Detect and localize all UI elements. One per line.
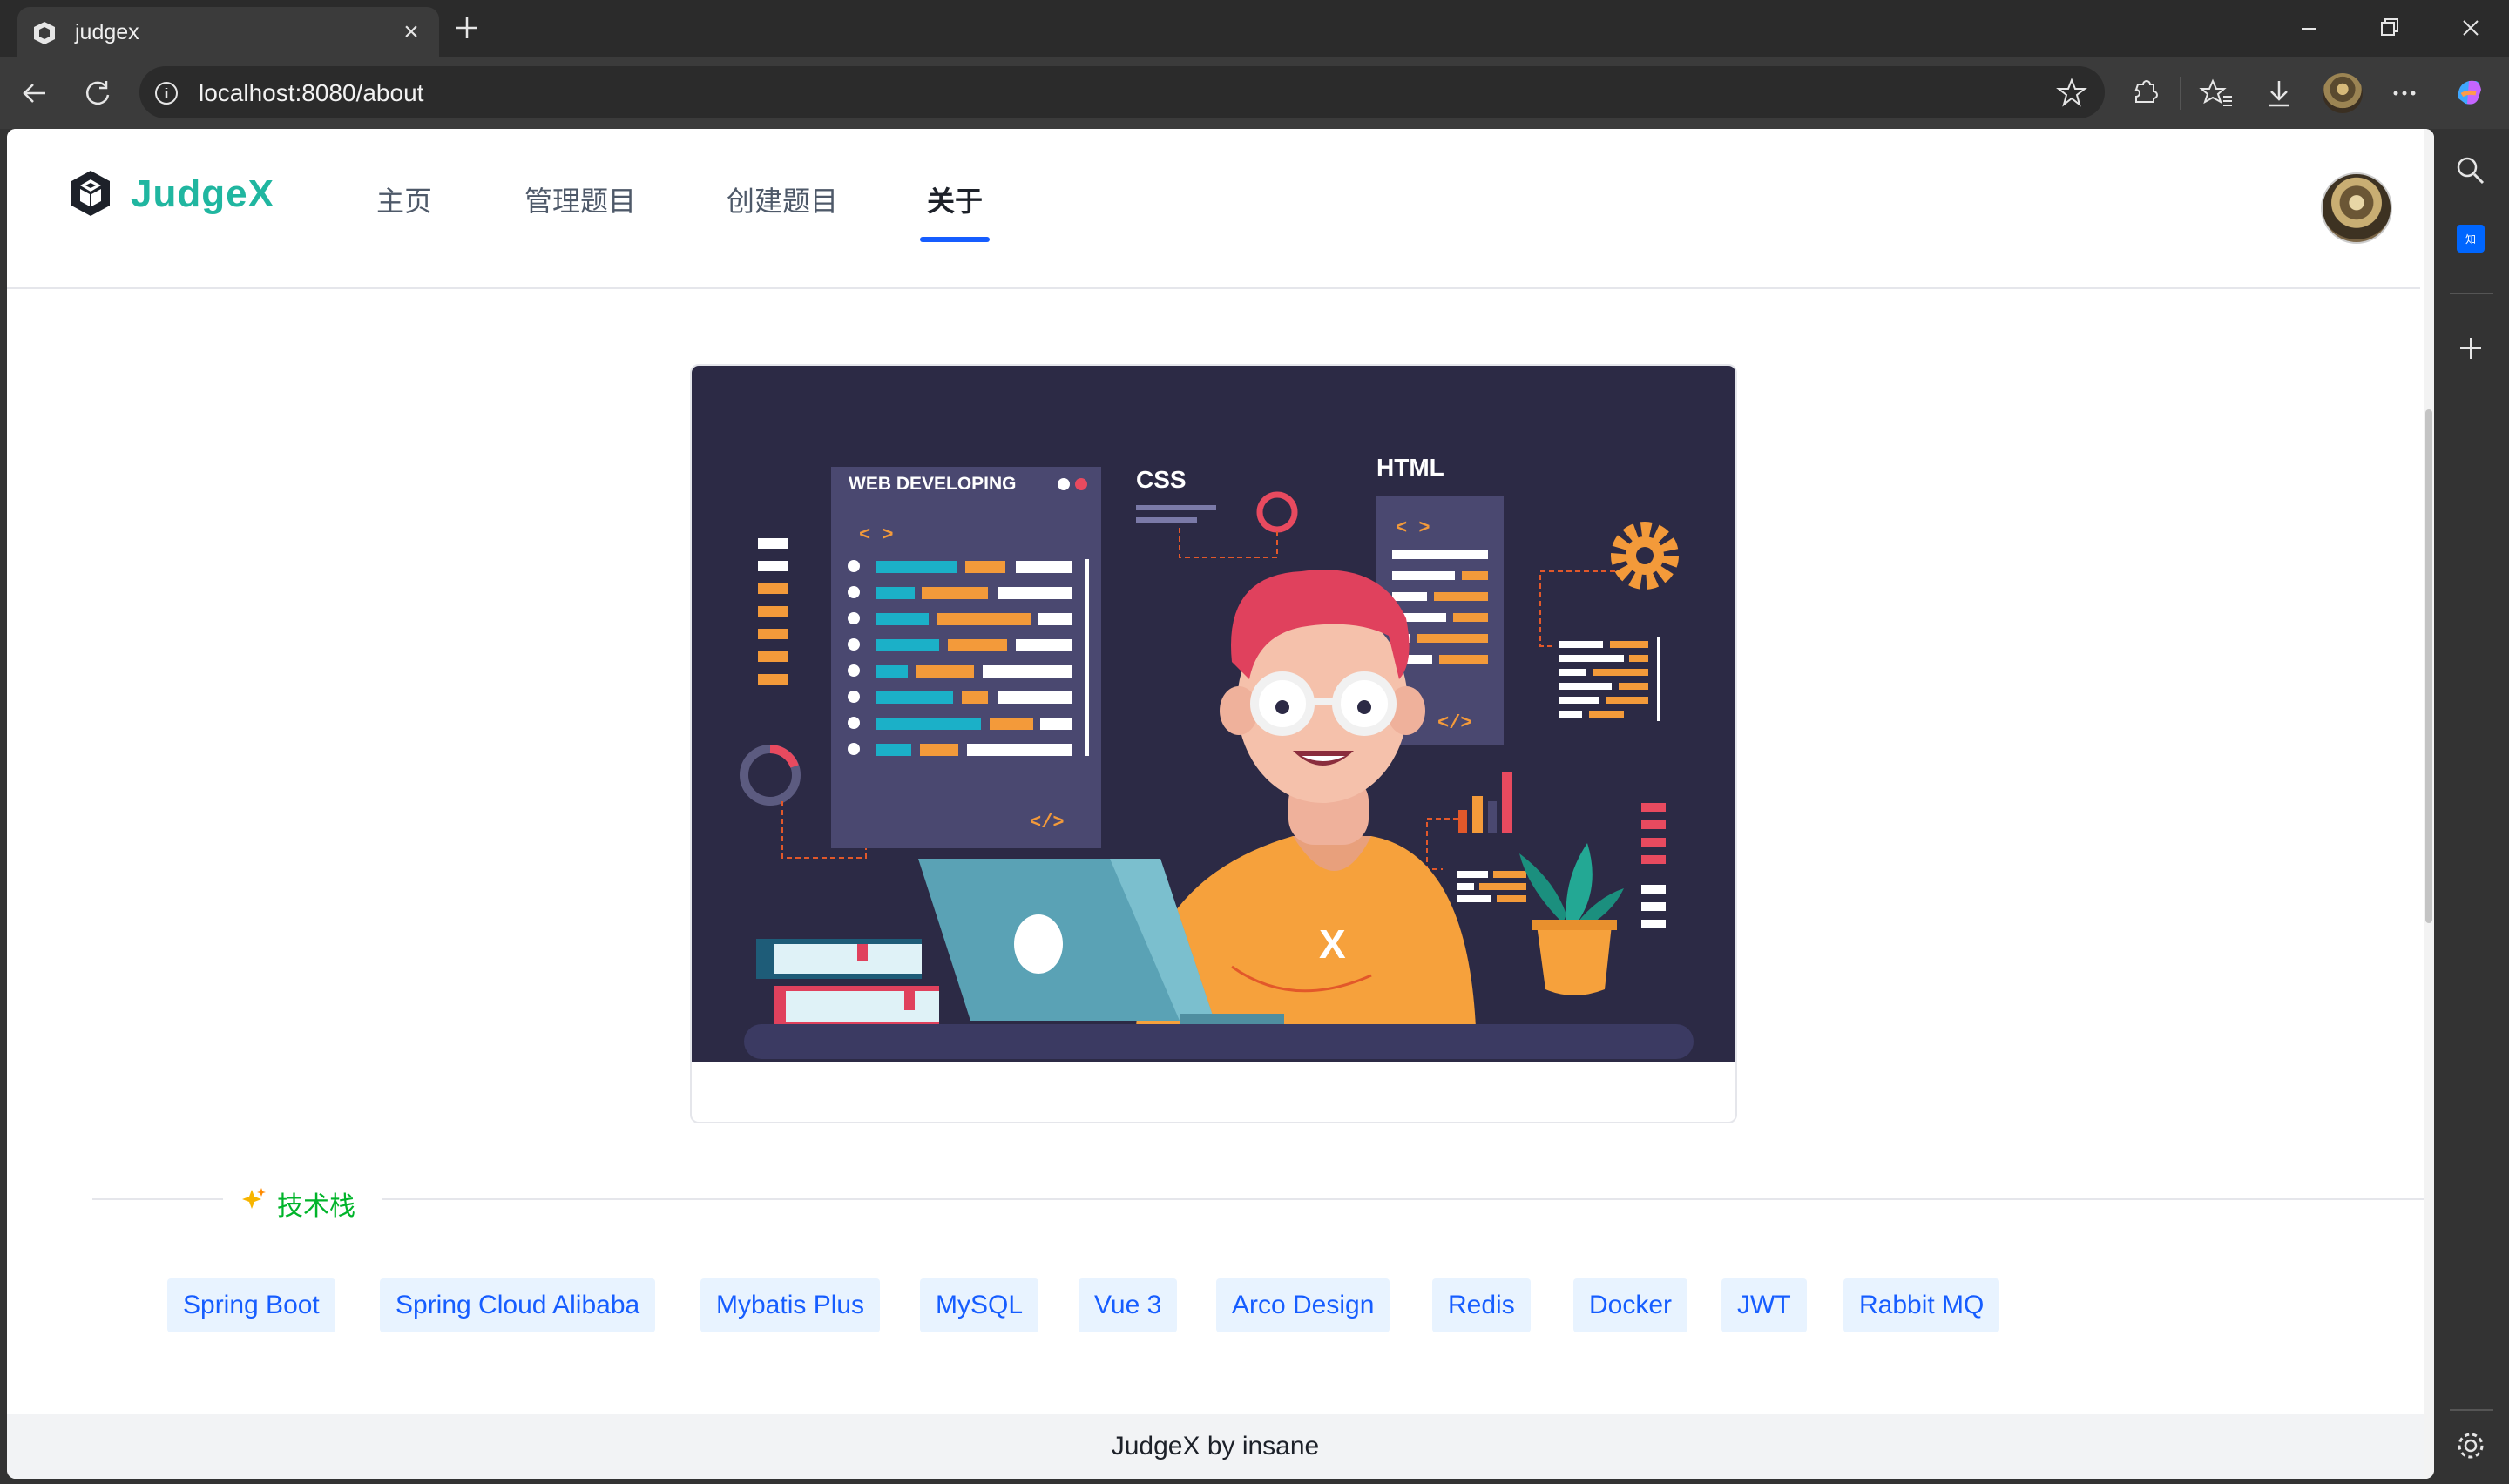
tech-tag: Rabbit MQ	[1843, 1278, 2000, 1332]
tech-tag: Spring Cloud Alibaba	[380, 1278, 656, 1332]
tech-tag: MySQL	[920, 1278, 1039, 1332]
sidebar-settings-icon[interactable]	[2453, 1428, 2488, 1463]
shirt-letter: X	[1319, 921, 1346, 967]
nav-item-create-problem[interactable]: 创建题目	[727, 179, 838, 219]
panel-open-tag: < >	[859, 524, 894, 546]
tech-tag: Arco Design	[1216, 1278, 1390, 1332]
html-close-tag: </>	[1437, 712, 1472, 734]
refresh-icon[interactable]	[78, 74, 117, 112]
divider-line-right	[382, 1198, 2434, 1200]
active-nav-indicator	[920, 237, 990, 242]
tech-tag: Redis	[1432, 1278, 1531, 1332]
add-sidebar-icon[interactable]	[2453, 331, 2488, 366]
search-icon[interactable]	[2452, 152, 2488, 188]
brand-name[interactable]: JudgeX	[131, 172, 274, 216]
profile-avatar[interactable]	[2323, 73, 2363, 113]
nav-item-about[interactable]: 关于	[927, 179, 983, 219]
about-image-card: WEB DEVELOPING < > </> CSS HTML < > </> …	[690, 364, 1737, 1123]
minimize-icon[interactable]	[2282, 10, 2335, 47]
css-label-text: CSS	[1136, 466, 1187, 493]
nav-item-home[interactable]: 主页	[376, 179, 432, 219]
sidebar-divider	[2450, 293, 2493, 294]
judgex-logo-icon[interactable]	[64, 167, 117, 219]
toolbar-separator	[2180, 77, 2181, 110]
address-bar[interactable]: localhost:8080/about	[139, 66, 2105, 118]
user-avatar[interactable]	[2321, 172, 2392, 244]
extensions-icon[interactable]	[2126, 74, 2164, 112]
tech-tag: Vue 3	[1079, 1278, 1178, 1332]
panel-title-text: WEB DEVELOPING	[849, 474, 1017, 494]
sidebar-divider	[2450, 1409, 2493, 1411]
tech-tag: JWT	[1721, 1278, 1807, 1332]
favorite-star-icon[interactable]	[2056, 77, 2087, 108]
zhihu-icon[interactable]: 知	[2457, 225, 2485, 253]
browser-title-bar: judgex ×	[0, 0, 2509, 57]
new-tab-icon[interactable]	[448, 9, 486, 47]
page-viewport: JudgeX 主页 管理题目 创建题目 关于 WEB DEVELOPING < …	[7, 129, 2434, 1479]
favorites-icon[interactable]	[2197, 74, 2235, 112]
html-open-tag: < >	[1396, 517, 1430, 539]
close-window-icon[interactable]	[2445, 10, 2497, 47]
downloads-icon[interactable]	[2260, 74, 2298, 112]
web-developer-illustration: WEB DEVELOPING < > </> CSS HTML < > </> …	[692, 366, 1735, 1062]
tab-title: judgex	[75, 20, 139, 44]
nav-item-manage-problems[interactable]: 管理题目	[524, 179, 636, 219]
tab-close-icon[interactable]: ×	[394, 15, 429, 50]
site-info-icon[interactable]	[153, 80, 179, 106]
copilot-icon[interactable]	[2450, 72, 2488, 111]
tech-tag: Docker	[1573, 1278, 1688, 1332]
sparkle-icon	[242, 1188, 266, 1209]
svg-text:知: 知	[2465, 233, 2476, 246]
site-footer: JudgeX by insane	[7, 1414, 2424, 1479]
more-menu-icon[interactable]	[2385, 74, 2424, 112]
back-arrow-icon[interactable]	[16, 74, 54, 112]
site-navbar: JudgeX 主页 管理题目 创建题目 关于	[7, 129, 2420, 289]
tech-stack-title: 技术栈	[277, 1192, 355, 1221]
browser-toolbar: localhost:8080/about	[0, 57, 2509, 129]
scrollbar-thumb[interactable]	[2425, 409, 2432, 923]
edge-sidebar: 知	[2434, 129, 2509, 1484]
url-text[interactable]: localhost:8080/about	[199, 79, 423, 107]
browser-tab[interactable]: judgex ×	[17, 7, 439, 57]
divider-line-left	[92, 1198, 223, 1200]
panel-close-tag: </>	[1030, 812, 1065, 833]
judgex-favicon-icon	[34, 22, 55, 44]
page-scrollbar[interactable]	[2424, 129, 2434, 1479]
tech-tag: Spring Boot	[167, 1278, 335, 1332]
html-label-text: HTML	[1376, 454, 1444, 481]
restore-icon[interactable]	[2363, 10, 2415, 47]
tech-tag: Mybatis Plus	[700, 1278, 881, 1332]
